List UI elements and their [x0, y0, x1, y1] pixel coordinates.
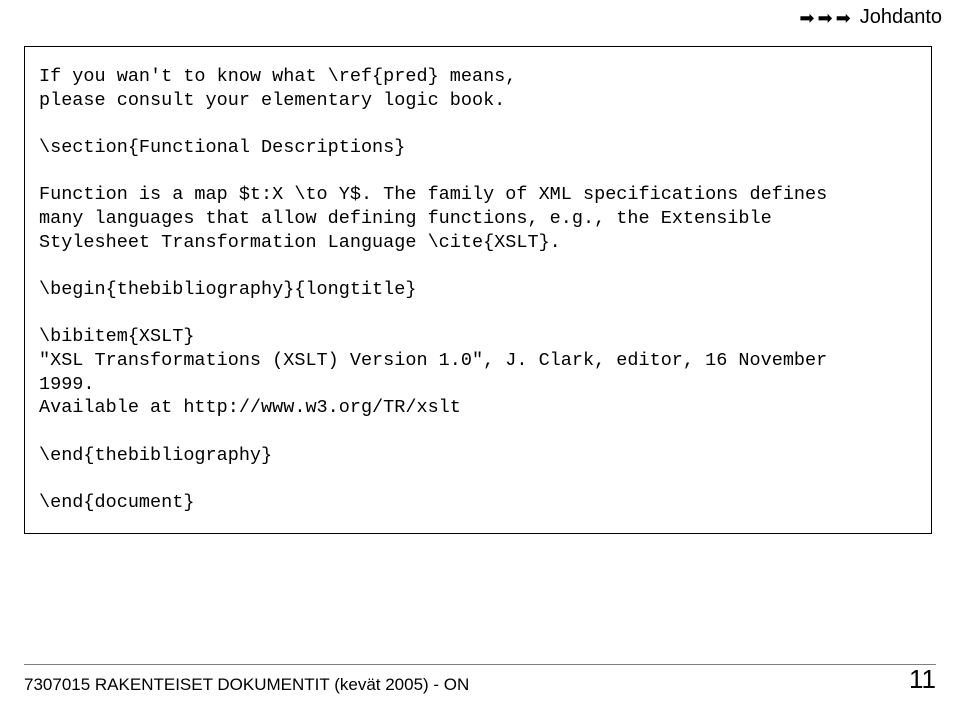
- section-label: Johdanto: [860, 6, 942, 29]
- code-line: If you wan't to know what \ref{pred} mea…: [39, 66, 516, 87]
- arrow-right-icon: ➡: [799, 9, 814, 27]
- code-line: \end{document}: [39, 492, 194, 513]
- code-line: "XSL Transformations (XSLT) Version 1.0"…: [39, 350, 827, 371]
- arrow-right-icon: ➡: [818, 9, 833, 27]
- code-line: \bibitem{XSLT}: [39, 326, 194, 347]
- code-line: Stylesheet Transformation Language \cite…: [39, 232, 561, 253]
- footer-course-info: 7307015 RAKENTEISET DOKUMENTIT (kevät 20…: [24, 675, 469, 695]
- arrow-right-icon: ➡: [836, 9, 851, 27]
- breadcrumb-header: ➡ ➡ ➡ Johdanto: [799, 6, 942, 29]
- code-line: Available at http://www.w3.org/TR/xslt: [39, 397, 461, 418]
- code-line: \section{Functional Descriptions}: [39, 137, 405, 158]
- code-line: Function is a map $t:X \to Y$. The famil…: [39, 184, 827, 205]
- code-line: 1999.: [39, 374, 95, 395]
- code-line: \begin{thebibliography}{longtitle}: [39, 279, 416, 300]
- code-line: please consult your elementary logic boo…: [39, 90, 505, 111]
- code-line: many languages that allow defining funct…: [39, 208, 772, 229]
- code-line: \end{thebibliography}: [39, 445, 272, 466]
- code-block: If you wan't to know what \ref{pred} mea…: [24, 46, 932, 534]
- page-number: 11: [909, 664, 936, 695]
- page-footer: 7307015 RAKENTEISET DOKUMENTIT (kevät 20…: [24, 664, 936, 695]
